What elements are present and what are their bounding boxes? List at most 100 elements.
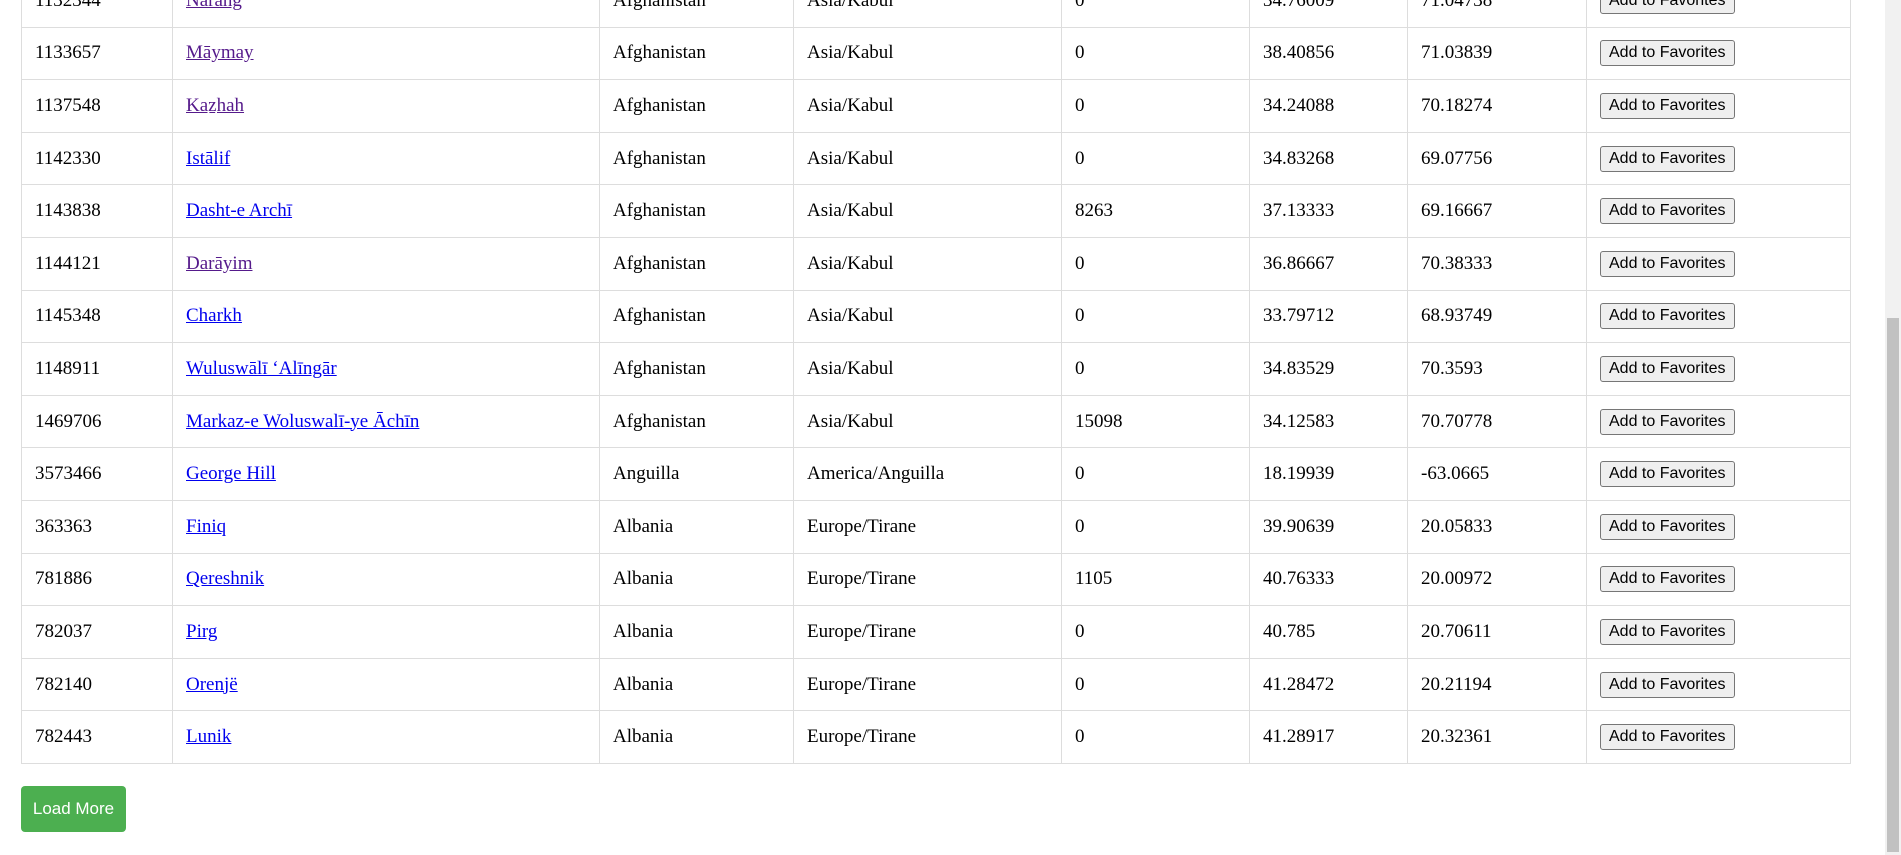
cell-action: Add to Favorites	[1586, 657, 1851, 712]
cell-action: Add to Favorites	[1586, 447, 1851, 501]
cell-id: 781886	[21, 552, 173, 607]
add-to-favorites-button[interactable]: Add to Favorites	[1600, 145, 1735, 172]
cell-name: Lunik	[172, 710, 600, 764]
cell-name: Narang	[172, 0, 600, 28]
vertical-scrollbar[interactable]	[1885, 0, 1901, 855]
cell-name: Markaz-e Woluswalī-ye Āchīn	[172, 394, 600, 449]
table-row: 363363 Finiq Albania Europe/Tirane 0 39.…	[21, 499, 1851, 554]
cell-country: Afghanistan	[599, 342, 794, 396]
cell-longitude: 20.21194	[1407, 657, 1587, 712]
city-link[interactable]: Kaẕhah	[186, 95, 244, 116]
city-link[interactable]: Markaz-e Woluswalī-ye Āchīn	[186, 411, 419, 432]
cell-latitude: 37.13333	[1249, 184, 1408, 238]
city-link[interactable]: Orenjë	[186, 674, 238, 695]
cell-name: Orenjë	[172, 657, 600, 712]
cell-longitude: 69.16667	[1407, 184, 1587, 238]
add-to-favorites-button[interactable]: Add to Favorites	[1600, 250, 1735, 277]
add-to-favorites-button[interactable]: Add to Favorites	[1600, 92, 1735, 119]
table-row: 1145348 Charkh Afghanistan Asia/Kabul 0 …	[21, 289, 1851, 344]
add-to-favorites-button[interactable]: Add to Favorites	[1600, 566, 1735, 593]
cell-id: 1132344	[21, 0, 173, 28]
cell-timezone: Europe/Tirane	[793, 710, 1062, 764]
cell-action: Add to Favorites	[1586, 342, 1851, 396]
cell-name: Kaẕhah	[172, 79, 600, 133]
cell-name: Pirg	[172, 605, 600, 659]
cell-timezone: Asia/Kabul	[793, 0, 1062, 28]
city-link[interactable]: Darāyim	[186, 253, 252, 274]
cell-timezone: Asia/Kabul	[793, 26, 1062, 81]
add-to-favorites-button[interactable]: Add to Favorites	[1600, 671, 1735, 698]
cell-latitude: 34.12583	[1249, 394, 1408, 449]
cell-longitude: 20.05833	[1407, 499, 1587, 554]
table-row: 1143838 Dasht-e Archī Afghanistan Asia/K…	[21, 184, 1851, 238]
city-link[interactable]: Wuluswālī ‘Alīngār	[186, 358, 337, 379]
cell-longitude: -63.0665	[1407, 447, 1587, 501]
city-link[interactable]: Istālif	[186, 148, 230, 169]
cell-population: 0	[1061, 710, 1250, 764]
cell-population: 1105	[1061, 552, 1250, 607]
city-link[interactable]: Dasht-e Archī	[186, 200, 292, 221]
add-to-favorites-button[interactable]: Add to Favorites	[1600, 198, 1735, 225]
load-more-button[interactable]: Load More	[21, 786, 126, 832]
cell-longitude: 70.3593	[1407, 342, 1587, 396]
cell-timezone: Europe/Tirane	[793, 499, 1062, 554]
cell-population: 8263	[1061, 184, 1250, 238]
cell-latitude: 34.24088	[1249, 79, 1408, 133]
add-to-favorites-button[interactable]: Add to Favorites	[1600, 355, 1735, 382]
cell-id: 1148911	[21, 342, 173, 396]
cell-country: Albania	[599, 657, 794, 712]
cell-name: Dasht-e Archī	[172, 184, 600, 238]
cell-name: Finiq	[172, 499, 600, 554]
table-row: 3573466 George Hill Anguilla America/Ang…	[21, 447, 1851, 501]
add-to-favorites-button[interactable]: Add to Favorites	[1600, 40, 1735, 67]
cell-timezone: Asia/Kabul	[793, 131, 1062, 186]
cell-longitude: 20.70611	[1407, 605, 1587, 659]
cell-id: 782037	[21, 605, 173, 659]
city-link[interactable]: Narang	[186, 0, 242, 11]
cell-country: Albania	[599, 499, 794, 554]
cell-country: Albania	[599, 710, 794, 764]
scrollbar-thumb[interactable]	[1887, 318, 1899, 852]
city-link[interactable]: Māymay	[186, 42, 254, 63]
cell-action: Add to Favorites	[1586, 394, 1851, 449]
cell-population: 15098	[1061, 394, 1250, 449]
cell-latitude: 34.83529	[1249, 342, 1408, 396]
cell-country: Afghanistan	[599, 131, 794, 186]
cell-population: 0	[1061, 131, 1250, 186]
cell-action: Add to Favorites	[1586, 26, 1851, 81]
add-to-favorites-button[interactable]: Add to Favorites	[1600, 303, 1735, 330]
cell-country: Afghanistan	[599, 184, 794, 238]
cell-id: 1142330	[21, 131, 173, 186]
cell-timezone: America/Anguilla	[793, 447, 1062, 501]
cell-latitude: 41.28917	[1249, 710, 1408, 764]
city-link[interactable]: Finiq	[186, 516, 226, 537]
add-to-favorites-button[interactable]: Add to Favorites	[1600, 0, 1735, 14]
cell-action: Add to Favorites	[1586, 131, 1851, 186]
city-link[interactable]: George Hill	[186, 463, 276, 484]
add-to-favorites-button[interactable]: Add to Favorites	[1600, 724, 1735, 751]
cell-population: 0	[1061, 447, 1250, 501]
add-to-favorites-button[interactable]: Add to Favorites	[1600, 618, 1735, 645]
cell-timezone: Asia/Kabul	[793, 79, 1062, 133]
cell-latitude: 40.785	[1249, 605, 1408, 659]
cell-population: 0	[1061, 26, 1250, 81]
city-link[interactable]: Charkh	[186, 305, 242, 326]
cell-action: Add to Favorites	[1586, 0, 1851, 28]
add-to-favorites-button[interactable]: Add to Favorites	[1600, 461, 1735, 488]
city-link[interactable]: Lunik	[186, 726, 231, 747]
table-row: 1133657 Māymay Afghanistan Asia/Kabul 0 …	[21, 26, 1851, 81]
cell-country: Anguilla	[599, 447, 794, 501]
cell-timezone: Europe/Tirane	[793, 657, 1062, 712]
cell-population: 0	[1061, 236, 1250, 291]
cell-latitude: 40.76333	[1249, 552, 1408, 607]
cell-country: Afghanistan	[599, 289, 794, 344]
city-link[interactable]: Qereshnik	[186, 568, 264, 589]
cities-table: 1132344 Narang Afghanistan Asia/Kabul 0 …	[21, 0, 1851, 764]
add-to-favorites-button[interactable]: Add to Favorites	[1600, 513, 1735, 540]
add-to-favorites-button[interactable]: Add to Favorites	[1600, 408, 1735, 435]
cell-action: Add to Favorites	[1586, 499, 1851, 554]
city-link[interactable]: Pirg	[186, 621, 217, 642]
table-row: 1142330 Istālif Afghanistan Asia/Kabul 0…	[21, 131, 1851, 186]
cell-population: 0	[1061, 342, 1250, 396]
cell-latitude: 34.76009	[1249, 0, 1408, 28]
